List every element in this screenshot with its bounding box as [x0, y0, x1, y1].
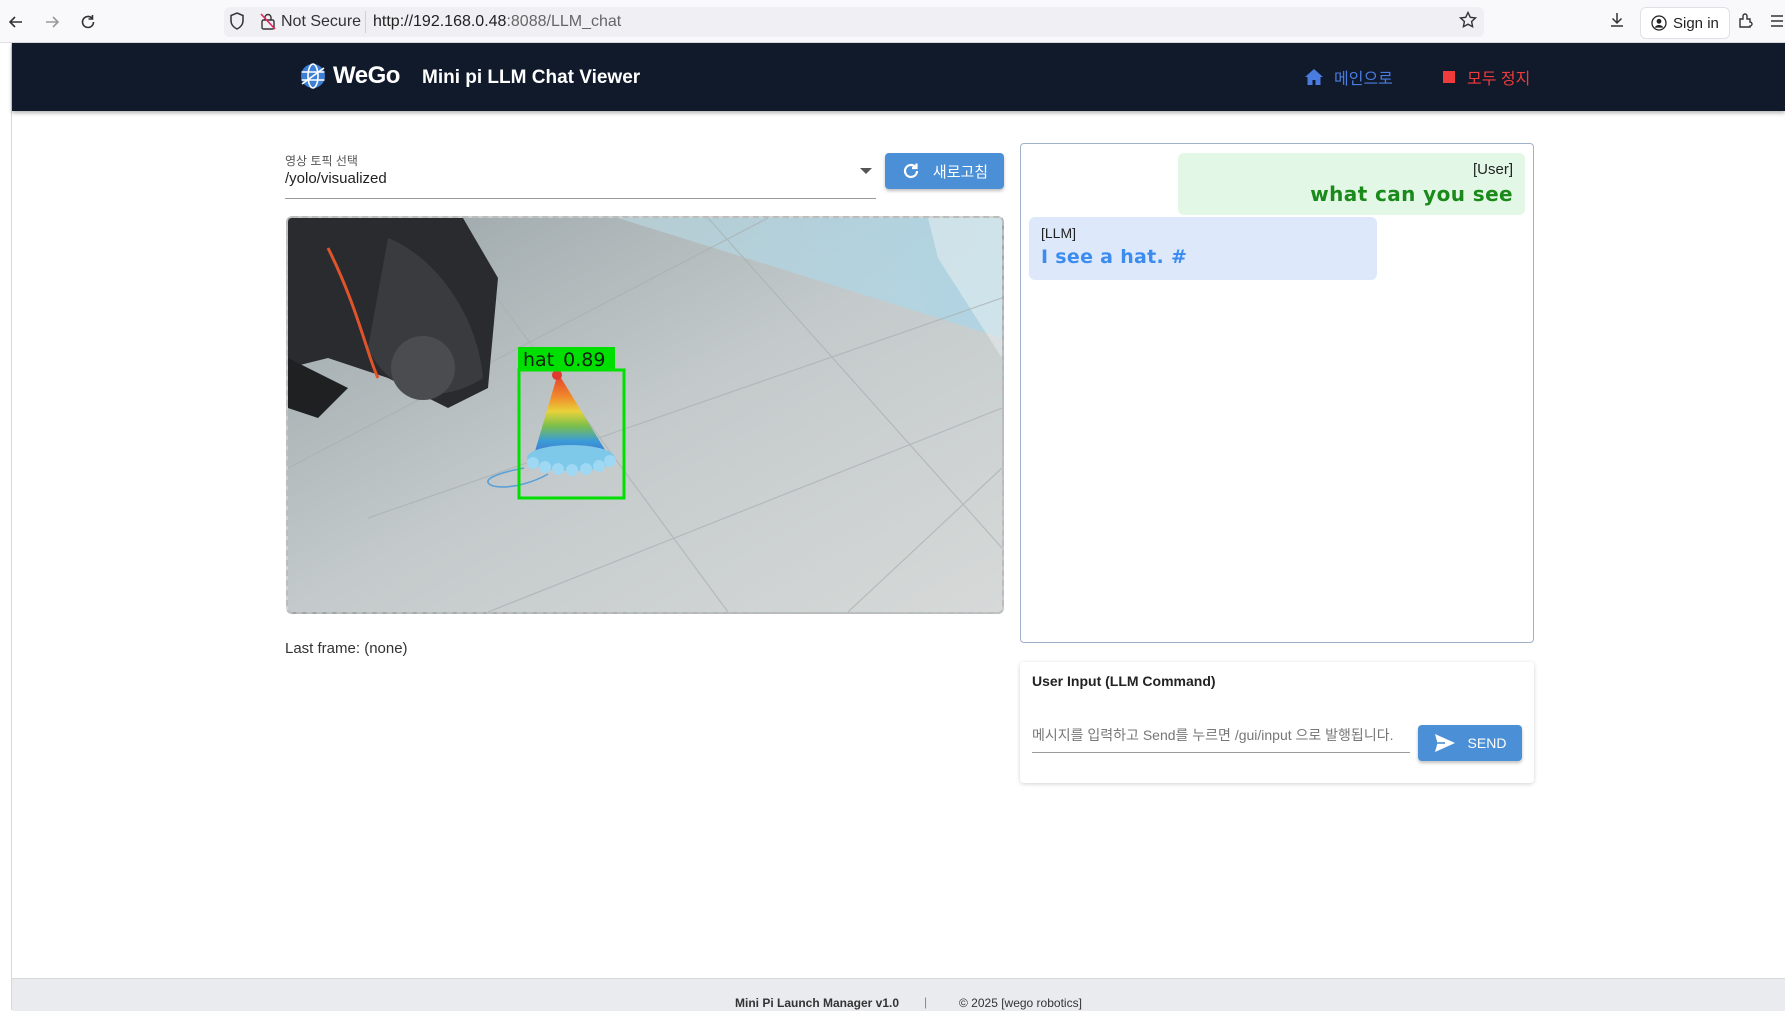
- logo-text: WeGo: [333, 62, 400, 89]
- llm-role-label: [LLM]: [1041, 225, 1077, 241]
- url-divider: [365, 11, 366, 33]
- dropdown-arrow-icon[interactable]: [860, 168, 872, 174]
- refresh-icon: [903, 163, 918, 179]
- user-role-label: [User]: [1472, 161, 1513, 178]
- message-input[interactable]: [1032, 718, 1410, 753]
- stop-label: 모두 정지: [1467, 71, 1531, 88]
- stop-all-button[interactable]: 모두 정지: [1443, 65, 1530, 89]
- user-message-text: what can you see: [1310, 182, 1513, 206]
- topic-select[interactable]: 영상 토픽 선택 /yolo/visualized: [285, 150, 876, 199]
- camera-frame-image: hat 0.89: [288, 218, 1002, 612]
- send-button[interactable]: SEND: [1418, 725, 1522, 761]
- account-icon: [1651, 15, 1667, 31]
- wego-logo[interactable]: WeGo: [299, 62, 400, 90]
- url-path: :8088/LLM_chat: [506, 13, 622, 30]
- footer-divider: |: [924, 995, 928, 1009]
- reload-icon[interactable]: [74, 8, 102, 36]
- forward-icon[interactable]: [38, 8, 66, 36]
- app-border: [11, 43, 12, 1010]
- sign-in-label: Sign in: [1673, 14, 1719, 32]
- app-header: WeGo Mini pi LLM Chat Viewer 메인으로 모두 정지: [12, 43, 1785, 111]
- detection-label: hat 0.89: [523, 349, 605, 371]
- llm-message-text: I see a hat. #: [1041, 246, 1188, 268]
- stop-icon: [1443, 71, 1455, 83]
- footer: Mini Pi Launch Manager v1.0 | © 2025 [we…: [12, 978, 1785, 1011]
- footer-copyright: © 2025 [wego robotics]: [959, 996, 1082, 1010]
- user-input-title: User Input (LLM Command): [1032, 673, 1216, 689]
- home-link[interactable]: 메인으로: [1304, 65, 1393, 89]
- llm-message: [LLM] I see a hat. #: [1029, 217, 1377, 280]
- refresh-button[interactable]: 새로고침: [885, 153, 1004, 189]
- refresh-label: 새로고침: [932, 163, 989, 181]
- shield-icon[interactable]: [228, 11, 246, 36]
- home-label: 메인으로: [1334, 71, 1393, 88]
- browser-toolbar: Not Secure http://192.168.0.48:8088/LLM_…: [0, 0, 1785, 43]
- chat-panel[interactable]: [User] what can you see [LLM] I see a ha…: [1020, 143, 1534, 643]
- page-title: Mini pi LLM Chat Viewer: [422, 67, 641, 88]
- url-text[interactable]: http://192.168.0.48:8088/LLM_chat: [373, 13, 621, 31]
- topic-select-label: 영상 토픽 선택: [285, 154, 358, 168]
- not-secure-label[interactable]: Not Secure: [281, 13, 361, 31]
- download-icon[interactable]: [1607, 10, 1627, 35]
- video-stream: hat 0.89: [286, 216, 1004, 614]
- globe-logo-icon: [301, 63, 325, 89]
- last-frame-status: Last frame: (none): [285, 640, 408, 657]
- send-label: SEND: [1467, 735, 1507, 751]
- menu-icon[interactable]: [1770, 14, 1784, 33]
- home-icon: [1305, 69, 1323, 85]
- url-host: http://192.168.0.48: [373, 13, 507, 30]
- bookmark-star-icon[interactable]: [1458, 10, 1478, 35]
- back-icon[interactable]: [2, 8, 30, 36]
- send-icon: [1434, 734, 1455, 752]
- sign-in-button[interactable]: Sign in: [1640, 7, 1730, 39]
- user-message: [User] what can you see: [1178, 153, 1525, 215]
- topic-select-value: /yolo/visualized: [285, 170, 387, 187]
- footer-version: Mini Pi Launch Manager v1.0: [735, 996, 900, 1010]
- broken-lock-icon[interactable]: [260, 12, 276, 35]
- user-input-card: User Input (LLM Command) SEND: [1020, 662, 1534, 783]
- extensions-icon[interactable]: [1736, 10, 1756, 35]
